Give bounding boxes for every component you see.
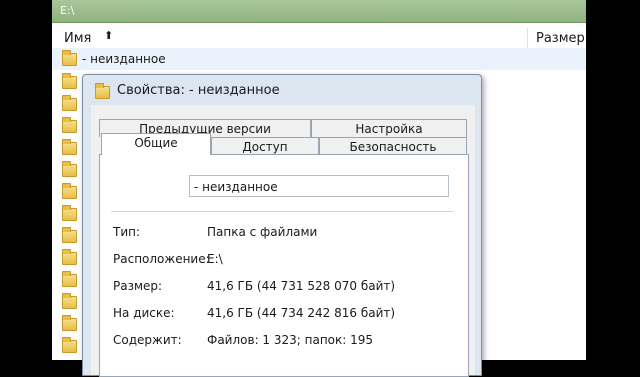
folder-icon[interactable]	[62, 161, 77, 177]
dialog-title-bar[interactable]: Свойства: - неизданное	[83, 75, 481, 105]
size-value: 41,6 ГБ (44 731 528 070 байт)	[207, 279, 396, 293]
address-bar[interactable]: E:\	[52, 0, 586, 23]
column-size-header[interactable]: Размер	[536, 31, 585, 46]
folder-icon[interactable]	[62, 337, 77, 353]
dialog-title: Свойства: - неизданное	[117, 83, 280, 98]
column-divider[interactable]	[527, 28, 528, 48]
size-label: Размер:	[113, 279, 163, 293]
column-name-header[interactable]: Имя	[64, 31, 91, 46]
contains-label: Содержит:	[113, 333, 182, 347]
address-path: E:\	[60, 4, 75, 17]
file-list-icons	[62, 70, 78, 360]
folder-icon[interactable]	[62, 249, 77, 265]
contains-value: Файлов: 1 323; папок: 195	[207, 333, 374, 347]
tab-security[interactable]: Безопасность	[319, 137, 467, 155]
folder-icon	[95, 83, 110, 99]
folder-icon[interactable]	[62, 183, 77, 199]
tab-sharing[interactable]: Доступ	[211, 137, 319, 155]
folder-icon[interactable]	[62, 139, 77, 155]
list-item-label: - неизданное	[82, 52, 166, 66]
folder-name-field[interactable]: - неизданное	[189, 175, 449, 197]
folder-icon[interactable]	[62, 95, 77, 111]
properties-dialog: Свойства: - неизданное Предыдущие версии…	[82, 74, 482, 377]
tab-general[interactable]: Общие	[101, 133, 211, 155]
folder-icon[interactable]	[62, 227, 77, 243]
column-header: Имя ⬆ Размер	[52, 28, 586, 49]
folder-icon[interactable]	[62, 73, 77, 89]
tab-customize[interactable]: Настройка	[311, 119, 467, 137]
folder-icon[interactable]	[62, 117, 77, 133]
list-item-selected[interactable]: - неизданное	[52, 48, 586, 70]
divider	[111, 211, 453, 212]
size-on-disk-value: 41,6 ГБ (44 734 242 816 байт)	[207, 306, 396, 320]
folder-icon[interactable]	[62, 293, 77, 309]
type-value: Папка с файлами	[207, 225, 318, 239]
folder-icon[interactable]	[62, 205, 77, 221]
size-on-disk-label: На диске:	[113, 306, 175, 320]
folder-icon[interactable]	[62, 271, 77, 287]
dialog-body: Предыдущие версии Настройка Общие Доступ…	[91, 105, 475, 377]
type-label: Тип:	[113, 225, 141, 239]
location-value: E:\	[207, 252, 223, 266]
sort-up-icon: ⬆	[104, 29, 114, 42]
folder-icon[interactable]	[62, 315, 77, 331]
location-label: Расположение:	[113, 252, 210, 266]
folder-icon	[62, 50, 77, 66]
